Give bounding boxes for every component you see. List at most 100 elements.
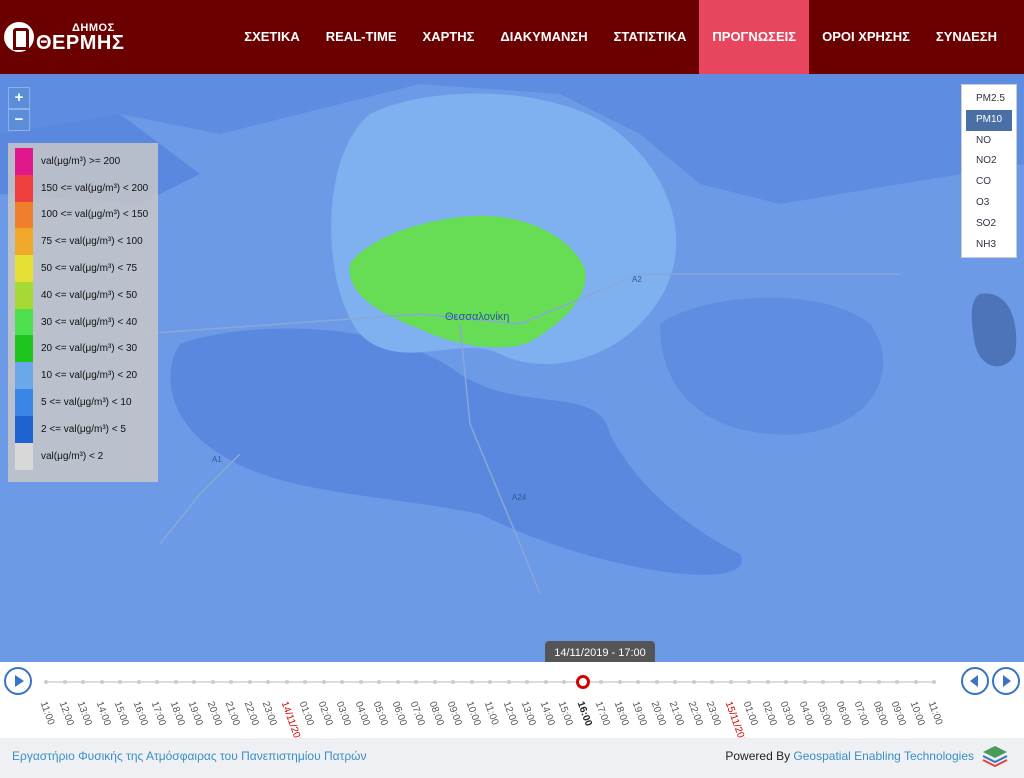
zoom-in-button[interactable]: + bbox=[8, 87, 30, 109]
pollutant-option[interactable]: PM10 bbox=[966, 109, 1012, 131]
zoom-out-button[interactable]: − bbox=[8, 109, 30, 131]
nav-item[interactable]: ΣΥΝΔΕΣΗ bbox=[923, 0, 1010, 74]
timeline-tick[interactable] bbox=[192, 680, 196, 684]
timeline-label[interactable]: 02:00 bbox=[759, 700, 778, 727]
timeline-tick[interactable] bbox=[266, 680, 270, 684]
timeline-label[interactable]: 01:00 bbox=[741, 700, 760, 727]
timeline-label[interactable]: 21:00 bbox=[223, 700, 242, 727]
pollutant-option[interactable]: PM2.5 bbox=[966, 89, 1012, 110]
timeline-tick[interactable] bbox=[284, 680, 289, 684]
timeline-label[interactable]: 15:00 bbox=[112, 700, 131, 727]
timeline-label[interactable]: 13:00 bbox=[519, 700, 538, 727]
step-back-button[interactable] bbox=[961, 667, 989, 695]
logo[interactable]: ΔΗΜΟΣ ΘΕΡΜΗΣ bbox=[4, 20, 124, 60]
timeline-tick[interactable] bbox=[155, 680, 159, 684]
timeline-tick[interactable] bbox=[81, 680, 85, 684]
timeline-label[interactable]: 16:00 bbox=[574, 700, 593, 728]
timeline-tick[interactable] bbox=[321, 680, 326, 684]
nav-item[interactable]: ΠΡΟΓΝΩΣΕΙΣ bbox=[699, 0, 810, 74]
timeline-label[interactable]: 02:00 bbox=[315, 700, 334, 727]
timeline-track[interactable]: 11:00 12:00 13:00 14:00 15:00 16:00 17:00 18:00… bbox=[38, 662, 944, 750]
timeline-label[interactable]: 18:00 bbox=[167, 700, 186, 727]
timeline-label[interactable]: 20:00 bbox=[648, 700, 667, 727]
timeline-tick[interactable] bbox=[821, 680, 825, 684]
timeline-tick[interactable] bbox=[765, 680, 770, 684]
timeline-tick[interactable] bbox=[599, 680, 603, 684]
timeline-tick[interactable] bbox=[673, 680, 677, 684]
timeline-label[interactable]: 14:00 bbox=[93, 700, 112, 727]
timeline-tick[interactable] bbox=[506, 680, 511, 684]
timeline-label[interactable]: 04:00 bbox=[796, 700, 815, 727]
nav-item[interactable]: REAL-TIME bbox=[313, 0, 410, 74]
timeline-label[interactable]: 03:00 bbox=[778, 700, 797, 727]
timeline-tick[interactable] bbox=[210, 680, 215, 684]
timeline-label[interactable]: 15:00 bbox=[556, 700, 575, 727]
nav-item[interactable]: ΣΧΕΤΙΚΑ bbox=[231, 0, 312, 74]
timeline-tick[interactable] bbox=[229, 680, 233, 684]
timeline-tick[interactable] bbox=[118, 680, 122, 684]
timeline-label[interactable]: 17:00 bbox=[149, 700, 168, 727]
pollutant-option[interactable]: NO bbox=[966, 131, 1012, 152]
timeline-label[interactable]: 01:00 bbox=[297, 700, 316, 727]
timeline-tick[interactable] bbox=[747, 680, 751, 684]
timeline-tick[interactable] bbox=[543, 680, 548, 684]
nav-item[interactable]: ΣΤΑΤΙΣΤΙΚΑ bbox=[601, 0, 700, 74]
timeline-label[interactable]: 23:00 bbox=[260, 700, 279, 727]
timeline-label[interactable]: 16:00 bbox=[130, 700, 149, 727]
timeline-label[interactable]: 08:00 bbox=[870, 700, 889, 727]
nav-item[interactable]: ΟΡΟΙ ΧΡΗΣΗΣ bbox=[809, 0, 923, 74]
timeline-label[interactable]: 22:00 bbox=[241, 700, 260, 727]
timeline-tick[interactable] bbox=[913, 680, 918, 684]
timeline-label[interactable]: 12:00 bbox=[500, 700, 519, 727]
timeline-tick[interactable] bbox=[895, 680, 899, 684]
timeline-tick[interactable] bbox=[340, 680, 344, 684]
timeline-tick[interactable] bbox=[488, 680, 492, 684]
timeline-tick[interactable] bbox=[728, 680, 733, 684]
timeline-tick[interactable] bbox=[432, 680, 437, 684]
timeline-tick[interactable] bbox=[377, 680, 381, 684]
timeline-tick[interactable] bbox=[395, 680, 400, 684]
timeline-label[interactable]: 19:00 bbox=[630, 700, 649, 727]
timeline-label[interactable]: 04:00 bbox=[352, 700, 371, 727]
timeline-tick[interactable] bbox=[247, 680, 252, 684]
timeline-tick[interactable] bbox=[617, 680, 622, 684]
timeline-tick[interactable] bbox=[932, 680, 936, 684]
timeline-label[interactable]: 14:00 bbox=[537, 700, 556, 727]
pollutant-option[interactable]: CO bbox=[966, 172, 1012, 193]
step-forward-button[interactable] bbox=[992, 667, 1020, 695]
timeline-tick[interactable] bbox=[876, 680, 881, 684]
timeline-tick[interactable] bbox=[99, 680, 104, 684]
timeline-label[interactable]: 11:00 bbox=[482, 700, 501, 727]
timeline-label[interactable]: 05:00 bbox=[371, 700, 390, 727]
timeline-label[interactable]: 20:00 bbox=[204, 700, 223, 727]
timeline-label[interactable]: 12:00 bbox=[56, 700, 75, 727]
timeline-label[interactable]: 03:00 bbox=[334, 700, 353, 727]
timeline-label[interactable]: 11:00 bbox=[926, 700, 945, 727]
play-button[interactable] bbox=[4, 667, 32, 695]
timeline-label[interactable]: 17:00 bbox=[593, 700, 612, 727]
timeline-label[interactable]: 08:00 bbox=[426, 700, 445, 727]
timeline-label[interactable]: 22:00 bbox=[685, 700, 704, 727]
nav-item[interactable]: ΔΙΑΚΥΜΑΝΣΗ bbox=[487, 0, 600, 74]
timeline-label[interactable]: 19:00 bbox=[186, 700, 205, 727]
timeline-label[interactable]: 10:00 bbox=[463, 700, 482, 727]
timeline-tick[interactable] bbox=[62, 680, 67, 684]
timeline-label[interactable]: 23:00 bbox=[704, 700, 723, 727]
pollutant-option[interactable]: NH3 bbox=[966, 235, 1012, 256]
timeline-label[interactable]: 07:00 bbox=[408, 700, 427, 727]
timeline-label[interactable]: 21:00 bbox=[667, 700, 686, 727]
timeline-tick[interactable] bbox=[414, 680, 418, 684]
timeline-tick[interactable] bbox=[469, 680, 474, 684]
pollutant-option[interactable]: SO2 bbox=[966, 214, 1012, 235]
timeline-label[interactable]: 09:00 bbox=[445, 700, 464, 727]
timeline-tick[interactable] bbox=[451, 680, 455, 684]
timeline-tick[interactable] bbox=[636, 680, 640, 684]
timeline-cursor[interactable] bbox=[575, 675, 590, 689]
timeline-label[interactable]: 10:00 bbox=[907, 700, 926, 727]
timeline-tick[interactable] bbox=[654, 680, 659, 684]
timeline-tick[interactable] bbox=[802, 680, 807, 684]
timeline-label[interactable]: 18:00 bbox=[611, 700, 630, 727]
timeline-tick[interactable] bbox=[44, 680, 48, 684]
timeline-label[interactable]: 13:00 bbox=[75, 700, 94, 727]
timeline-label[interactable]: 09:00 bbox=[889, 700, 908, 727]
